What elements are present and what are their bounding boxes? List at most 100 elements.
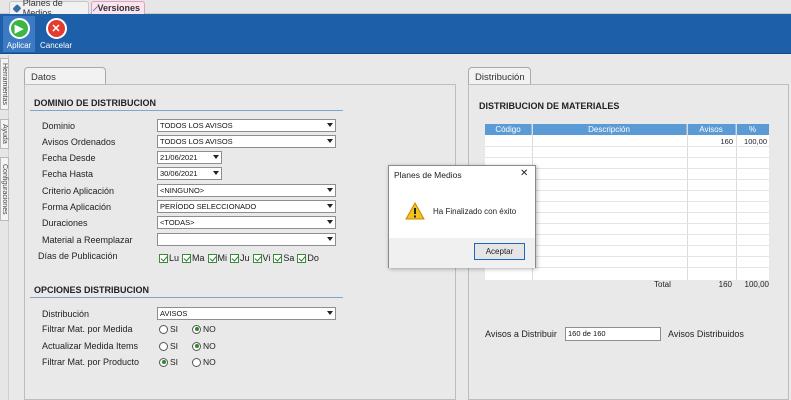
chevron-down-icon <box>327 220 333 224</box>
dominio-select[interactable]: TODOS LOS AVISOS <box>157 119 336 132</box>
play-icon: ▶ <box>8 18 30 39</box>
actualizar-medida-no-radio[interactable]: NO <box>192 341 216 351</box>
document-tabstrip: Planes de Medios Versiones <box>0 0 791 18</box>
chevron-down-icon <box>327 123 333 127</box>
side-tab-configuraciones[interactable]: Configuraciones <box>0 157 9 221</box>
radio-dot <box>192 324 201 334</box>
fecha-desde-picker[interactable]: 21/06/2021 <box>157 151 222 164</box>
chevron-down-icon <box>327 237 333 241</box>
filtrar-producto-no-radio[interactable]: NO <box>192 357 216 367</box>
avisos-ordenados-label: Avisos Ordenados <box>42 137 116 147</box>
radio-label: NO <box>203 341 216 351</box>
dialog-message: Ha Finalizado con éxito <box>433 207 517 216</box>
chevron-down-icon <box>213 171 219 175</box>
filtrar-producto-si-radio[interactable]: SI <box>159 357 178 367</box>
total-avisos: 160 <box>718 280 732 289</box>
table-row[interactable]: 160 100,00 <box>485 136 769 147</box>
cell-codigo <box>487 136 531 147</box>
checkbox-box <box>207 253 217 263</box>
tab-planes-de-medios[interactable]: Planes de Medios <box>9 0 89 18</box>
checkbox-box <box>230 253 240 263</box>
tab-datos-principales[interactable]: Datos Principales <box>24 67 106 94</box>
tab-label: Versiones <box>97 3 140 13</box>
accept-button[interactable]: Aceptar <box>474 243 525 260</box>
tab-versiones[interactable]: Versiones <box>91 1 145 14</box>
apply-label: Aplicar <box>6 41 32 50</box>
fecha-desde-label: Fecha Desde <box>42 153 96 163</box>
column-header-codigo[interactable]: Código <box>485 124 532 135</box>
document-icon <box>12 3 22 13</box>
checkbox-box <box>297 253 307 263</box>
avisos-a-distribuir-value: 160 de 160 <box>568 329 606 338</box>
forma-aplicacion-value: PERÍODO SELECCIONADO <box>160 202 257 211</box>
column-header-descripcion[interactable]: Descripción <box>532 124 687 135</box>
material-reemplazar-select[interactable] <box>157 233 336 246</box>
section-distribucion-materiales-title: DISTRIBUCION DE MATERIALES <box>479 101 620 111</box>
radio-dot <box>192 357 201 367</box>
material-reemplazar-label: Material a Reemplazar <box>42 235 133 245</box>
cancel-button[interactable]: ✕ Cancelar <box>38 16 74 52</box>
checkbox-box <box>159 253 168 263</box>
cancel-label: Cancelar <box>39 41 72 50</box>
day-label: Do <box>307 253 319 263</box>
fecha-hasta-picker[interactable]: 30/06/2021 <box>157 167 222 180</box>
filtrar-medida-no-radio[interactable]: NO <box>192 324 216 334</box>
day-checkbox-vi[interactable]: Vi <box>252 253 271 263</box>
side-tab-label: Herramientas <box>1 62 8 105</box>
day-label: Sa <box>283 253 295 263</box>
tab-distribucion[interactable]: Distribución <box>468 67 531 85</box>
cell-pct: 100,00 <box>744 137 767 146</box>
section-dominio-title: DOMINIO DE DISTRIBUCION <box>34 98 157 108</box>
side-tab-herramientas[interactable]: Herramientas <box>0 58 9 110</box>
days-checkbox-group: Lu Ma Mi Ju Vi Sa Do <box>159 253 319 263</box>
column-header-avisos[interactable]: Avisos <box>687 124 736 135</box>
section-opciones-title: OPCIONES DISTRIBUCION <box>34 285 150 295</box>
day-checkbox-mi[interactable]: Mi <box>207 253 227 263</box>
forma-aplicacion-select[interactable]: PERÍODO SELECCIONADO <box>157 200 336 213</box>
tab-label: Distribución <box>475 72 525 83</box>
day-label: Ma <box>192 253 205 263</box>
radio-label: SI <box>170 324 179 334</box>
dias-publicacion-label: Días de Publicación <box>38 251 118 261</box>
chevron-down-icon <box>327 188 333 192</box>
message-dialog: Planes de Medios ✕ Ha Finalizado con éxi… <box>388 165 536 268</box>
chevron-down-icon <box>327 139 333 143</box>
checkbox-box <box>182 253 192 263</box>
radio-label: NO <box>203 324 216 334</box>
column-header-pct[interactable]: % <box>736 124 769 135</box>
forma-aplicacion-label: Forma Aplicación <box>42 202 112 212</box>
filtrar-medida-label: Filtrar Mat. por Medida <box>42 324 133 334</box>
radio-label: SI <box>170 341 179 351</box>
filtrar-medida-si-radio[interactable]: SI <box>159 324 178 334</box>
distribucion-value: AVISOS <box>160 309 188 318</box>
avisos-ordenados-select[interactable]: TODOS LOS AVISOS <box>157 135 336 148</box>
day-checkbox-sa[interactable]: Sa <box>273 253 294 263</box>
duraciones-select[interactable]: <TODAS> <box>157 216 336 229</box>
side-tab-label: Ayuda <box>1 124 8 144</box>
side-tab-label: Configuraciones <box>1 163 8 215</box>
radio-dot <box>192 341 201 351</box>
radio-label: NO <box>203 357 216 367</box>
criterio-aplicacion-select[interactable]: <NINGUNO> <box>157 184 336 197</box>
side-tab-ayuda[interactable]: Ayuda <box>0 119 9 149</box>
dialog-title: Planes de Medios <box>394 170 462 180</box>
distribucion-select[interactable]: AVISOS <box>157 307 336 320</box>
cell-avisos: 160 <box>720 137 733 146</box>
apply-button[interactable]: ▶ Aplicar <box>3 16 35 52</box>
side-tabs: Herramientas Ayuda Configuraciones <box>0 55 9 400</box>
radio-dot <box>159 357 168 367</box>
day-label: Ju <box>240 253 250 263</box>
day-checkbox-ma[interactable]: Ma <box>182 253 205 263</box>
day-checkbox-do[interactable]: Do <box>297 253 319 263</box>
day-checkbox-ju[interactable]: Ju <box>230 253 250 263</box>
cancel-icon: ✕ <box>45 18 67 39</box>
avisos-distribuidos-label: Avisos Distribuidos <box>668 329 744 339</box>
radio-dot <box>159 324 168 334</box>
dominio-label: Dominio <box>42 121 76 131</box>
actualizar-medida-si-radio[interactable]: SI <box>159 341 178 351</box>
table-row[interactable] <box>485 147 769 158</box>
day-label: Vi <box>262 253 271 263</box>
radio-label: SI <box>170 357 179 367</box>
day-checkbox-lu[interactable]: Lu <box>159 253 179 263</box>
close-icon[interactable]: ✕ <box>520 168 528 179</box>
